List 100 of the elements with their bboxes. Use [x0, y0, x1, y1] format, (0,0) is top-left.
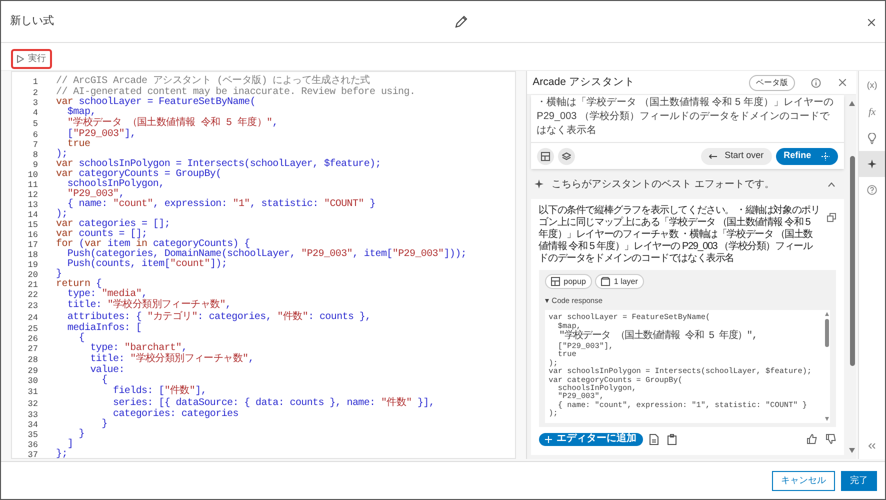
code-line: for (var item in categoryCounts) { — [56, 240, 250, 250]
line-number: 25 — [26, 324, 39, 334]
code-line: } — [78, 430, 85, 440]
line-number: 11 — [26, 180, 39, 190]
line-number: 4 — [32, 108, 39, 118]
line-number: 5 — [32, 119, 39, 129]
code-line: true — [66, 140, 90, 150]
line-number: 27 — [26, 344, 39, 354]
arrow-left-icon — [708, 154, 717, 158]
layer-icon — [600, 277, 610, 286]
code-line: var schoolsInPolygon = Intersects(schoolLayer, $feature); — [56, 160, 381, 170]
line-number: 14 — [26, 210, 39, 220]
run-button[interactable]: 実行 — [11, 48, 52, 68]
line-number: 26 — [26, 334, 39, 344]
code-line: title: "学校分類別フィーチャ数", — [89, 354, 254, 365]
code-line: fields: ["件数"], — [112, 386, 207, 398]
code-line: $map, — [66, 108, 96, 118]
clipboard-icon[interactable] — [666, 434, 677, 445]
cancel-button[interactable]: キャンセル — [772, 470, 835, 490]
help-icon — [867, 185, 878, 195]
code-line: "学校データ （国土数値情報 令和 5 年度）", — [66, 118, 278, 129]
code-line: type: "media", — [66, 290, 148, 300]
code-line: Push(counts, item["count"]); — [66, 260, 228, 270]
code-line: // AI-generated content may be inaccurate. Review before using. — [56, 88, 416, 98]
plus-icon — [544, 436, 552, 443]
window-title: 新しい式 — [10, 14, 54, 30]
chevron-up-icon[interactable] — [828, 182, 836, 186]
prompt-field[interactable]: ・横軸は「学校データ （国土数値情報 令和 5 年度）」レイヤーの P29_003 （学校分類）フィールドのデータをドメインのコードではなく表示名 — [530, 95, 844, 143]
beta-badge: ベータ版 — [749, 74, 796, 90]
assistant-tab[interactable] — [859, 151, 885, 177]
thumbs-down-icon[interactable] — [826, 434, 836, 444]
line-number: 9 — [32, 160, 39, 170]
code-line: { — [78, 334, 85, 344]
context-chip: 1 layer — [594, 274, 644, 289]
line-number: 32 — [26, 399, 39, 409]
line-number: 6 — [32, 130, 39, 140]
close-icon[interactable] — [868, 19, 875, 26]
code-line: value: — [89, 366, 124, 376]
line-number: 30 — [26, 376, 39, 386]
panel-title: Arcade アシスタント — [532, 74, 635, 90]
line-number: 15 — [26, 220, 39, 230]
collapse-icon[interactable] — [868, 443, 876, 449]
line-number: 31 — [26, 387, 39, 397]
add-to-editor-button[interactable]: エディターに追加 — [538, 432, 643, 446]
code-line: ); — [56, 150, 68, 160]
code-line: series: [{ dataSource: { data: counts }, name: "件数" }], — [112, 398, 435, 409]
status-text: こちらがアシスタントのベスト エフォートです。 — [552, 178, 774, 192]
lightbulb-icon — [868, 132, 876, 144]
line-number: 7 — [32, 140, 39, 150]
code-editor[interactable] — [11, 71, 516, 459]
code-line: { name: "count", expression: "1", statistic: "COUNT" } — [66, 200, 376, 210]
code-line: var schoolLayer = FeatureSetByName( — [56, 98, 256, 108]
code-line: var categories = []; — [56, 220, 170, 230]
document-icon[interactable] — [648, 434, 659, 445]
line-number: 17 — [26, 240, 39, 250]
play-icon — [17, 54, 24, 62]
line-number: 34 — [26, 420, 39, 430]
line-number: 18 — [26, 250, 39, 260]
done-button[interactable]: 完了 — [841, 470, 877, 490]
code-line: "P29_003", — [66, 190, 124, 200]
line-number: 35 — [26, 430, 39, 440]
code-line: // ArcGIS Arcade アシスタント (ベータ版) によって生成された式 — [56, 76, 370, 87]
line-number: 2 — [32, 88, 39, 98]
line-number: 33 — [26, 410, 39, 420]
start-over-button[interactable]: Start over — [700, 148, 772, 164]
line-number: 1 — [32, 77, 39, 87]
line-number: 37 — [26, 450, 39, 458]
line-number: 13 — [26, 200, 39, 210]
context-chip: popup — [544, 274, 592, 289]
line-number: 10 — [26, 170, 39, 180]
code-line: { — [100, 376, 108, 386]
code-line: return { — [56, 280, 102, 290]
line-number: 16 — [26, 230, 39, 240]
thumbs-up-icon[interactable] — [807, 434, 818, 444]
code-line: "学校データ （国土数値情報 令和 5 年度）", — [559, 331, 758, 342]
code-line: attributes: { "カテゴリ": categories, "件数": counts }, — [66, 312, 371, 323]
popup-icon — [550, 277, 560, 286]
code-line: type: "barchart", — [89, 344, 188, 354]
copy-icon[interactable] — [827, 213, 836, 222]
popup-button[interactable] — [536, 148, 554, 164]
code-line: Push(categories, DomainName(schoolLayer, "P29_003", item["P29_003"])); — [66, 250, 467, 260]
layers-button[interactable] — [558, 148, 575, 164]
code-line: ] — [66, 440, 74, 450]
code-line: }; — [56, 450, 68, 458]
code-line: categories: categories — [112, 410, 238, 420]
close-icon[interactable] — [839, 79, 846, 86]
code-line: var counts = []; — [56, 230, 148, 240]
scrollbar[interactable] — [824, 310, 830, 423]
line-number: 28 — [26, 355, 39, 365]
refine-button[interactable]: Refine — [776, 148, 838, 164]
info-icon[interactable] — [811, 78, 822, 88]
code-line: ["P29_003"], — [66, 130, 136, 140]
pencil-icon[interactable] — [454, 15, 468, 29]
layers-icon — [562, 152, 571, 160]
popup-icon — [540, 152, 550, 160]
line-number: 23 — [26, 301, 39, 311]
code-line: } — [100, 420, 108, 430]
code-line: } — [56, 270, 62, 280]
line-number: 8 — [32, 150, 39, 160]
line-number: 22 — [26, 290, 39, 300]
